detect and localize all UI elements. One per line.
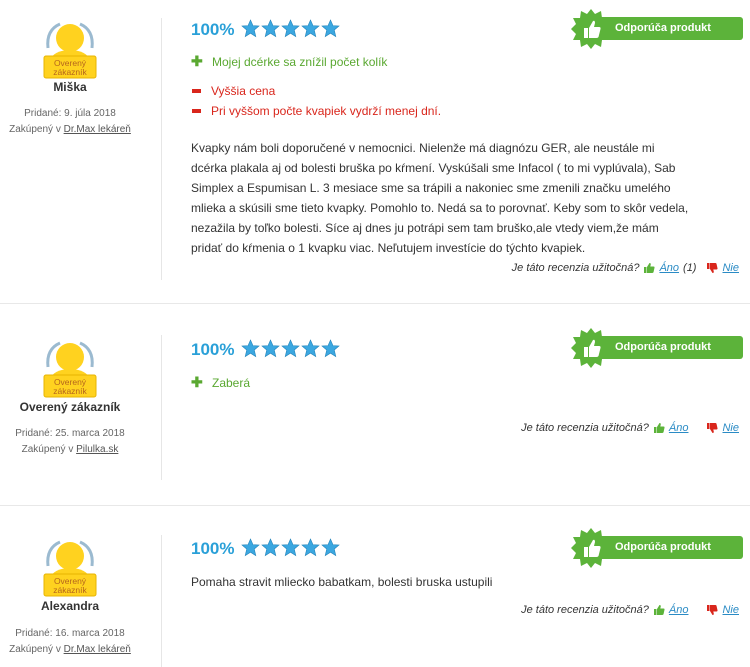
thumbs-down-icon[interactable] bbox=[706, 604, 719, 616]
recommends-label: Odporúča produkt bbox=[615, 341, 711, 353]
star-icon bbox=[261, 19, 280, 38]
helpfulness-row: Je táto recenzia užitočná? Áno (1) Nie bbox=[512, 262, 739, 274]
purchase-source: Zakúpený v Pilulka.sk bbox=[21, 444, 119, 455]
star-icon bbox=[281, 538, 300, 557]
review-date: Pridané: 25. marca 2018 bbox=[15, 428, 125, 439]
con-item: Vyššia cena bbox=[191, 84, 275, 98]
purchase-source: Zakúpený v Dr.Max lekáreň bbox=[9, 124, 131, 135]
svg-text:zákazník: zákazník bbox=[53, 67, 87, 77]
reviewer-name: Alexandra bbox=[40, 599, 100, 613]
minus-icon bbox=[192, 89, 201, 93]
plus-icon: ✚ bbox=[191, 374, 203, 390]
helpful-yes-count: (1) bbox=[683, 262, 697, 274]
star-icon bbox=[301, 538, 320, 557]
plus-icon: ✚ bbox=[191, 53, 203, 69]
verified-customer-badge: Overený zákazník bbox=[40, 536, 100, 598]
star-icon bbox=[281, 19, 300, 38]
review-date: Pridané: 16. marca 2018 bbox=[15, 628, 125, 639]
star-icon bbox=[321, 538, 340, 557]
verified-customer-badge: Overený zákazník bbox=[40, 337, 100, 399]
thumbs-up-seal-icon bbox=[571, 328, 611, 368]
rating-stars bbox=[241, 19, 340, 38]
review-date: Pridané: 9. júla 2018 bbox=[24, 108, 116, 119]
star-icon bbox=[301, 339, 320, 358]
thumbs-up-seal-icon bbox=[571, 9, 611, 49]
recommends-product-badge: Odporúča produkt bbox=[571, 328, 743, 368]
store-link[interactable]: Dr.Max lekáreň bbox=[64, 644, 131, 655]
divider bbox=[161, 535, 162, 667]
star-icon bbox=[241, 339, 260, 358]
verified-badge-icon: Overený zákazník bbox=[43, 341, 97, 398]
thumbs-up-seal-icon bbox=[571, 528, 611, 568]
rating-percent: 100% bbox=[191, 539, 235, 558]
rating-stars bbox=[241, 339, 340, 358]
thumbs-down-icon[interactable] bbox=[706, 262, 719, 274]
helpful-question: Je táto recenzia užitočná? bbox=[521, 422, 649, 434]
star-icon bbox=[241, 19, 260, 38]
verified-badge-icon: Overený zákazník bbox=[43, 540, 97, 597]
store-link[interactable]: Pilulka.sk bbox=[76, 444, 118, 455]
thumbs-down-icon[interactable] bbox=[706, 422, 719, 434]
review-separator bbox=[0, 505, 750, 506]
review-text: Pomaha stravit mliecko babatkam, bolesti… bbox=[191, 575, 493, 589]
svg-text:zákazník: zákazník bbox=[53, 585, 87, 595]
star-icon bbox=[261, 538, 280, 557]
rating-percent: 100% bbox=[191, 340, 235, 359]
thumbs-up-icon[interactable] bbox=[653, 422, 665, 434]
helpful-yes-link[interactable]: Áno bbox=[659, 262, 679, 274]
minus-icon bbox=[192, 109, 201, 113]
helpful-no-link[interactable]: Nie bbox=[722, 422, 739, 434]
star-icon bbox=[281, 339, 300, 358]
pro-item: ✚ Mojej dcérke sa znížil počet kolík bbox=[191, 53, 388, 69]
helpful-yes-link[interactable]: Áno bbox=[669, 422, 689, 434]
recommends-product-badge: Odporúča produkt bbox=[571, 9, 743, 49]
svg-text:zákazník: zákazník bbox=[53, 386, 87, 396]
verified-badge-icon: Overený zákazník bbox=[43, 22, 97, 79]
recommends-label: Odporúča produkt bbox=[615, 541, 711, 553]
pro-item: ✚ Zaberá bbox=[191, 374, 251, 390]
star-icon bbox=[261, 339, 280, 358]
rating-percent: 100% bbox=[191, 20, 235, 39]
rating-stars bbox=[241, 538, 340, 557]
helpful-question: Je táto recenzia užitočná? bbox=[521, 604, 649, 616]
star-icon bbox=[301, 19, 320, 38]
divider bbox=[161, 18, 162, 280]
helpful-no-link[interactable]: Nie bbox=[722, 604, 739, 616]
star-icon bbox=[241, 538, 260, 557]
helpful-no-link[interactable]: Nie bbox=[722, 262, 739, 274]
star-icon bbox=[321, 19, 340, 38]
review-text: Kvapky nám boli doporučené v nemocnici. … bbox=[191, 141, 689, 255]
con-item: Pri vyššom počte kvapiek vydrží menej dn… bbox=[191, 104, 441, 118]
helpfulness-row: Je táto recenzia užitočná? Áno Nie bbox=[521, 604, 739, 616]
thumbs-up-icon[interactable] bbox=[653, 604, 665, 616]
recommends-product-badge: Odporúča produkt bbox=[571, 528, 743, 568]
star-icon bbox=[321, 339, 340, 358]
purchase-source: Zakúpený v Dr.Max lekáreň bbox=[9, 644, 131, 655]
helpfulness-row: Je táto recenzia užitočná? Áno Nie bbox=[521, 422, 739, 434]
store-link[interactable]: Dr.Max lekáreň bbox=[64, 124, 131, 135]
recommends-label: Odporúča produkt bbox=[615, 22, 711, 34]
helpful-yes-link[interactable]: Áno bbox=[669, 604, 689, 616]
helpful-question: Je táto recenzia užitočná? bbox=[511, 262, 640, 274]
reviewer-name: Overený zákazník bbox=[19, 400, 121, 414]
review-separator bbox=[0, 303, 750, 304]
reviewer-name: Miška bbox=[53, 80, 87, 94]
divider bbox=[161, 335, 162, 480]
thumbs-up-icon[interactable] bbox=[643, 262, 655, 274]
verified-customer-badge: Overený zákazník bbox=[40, 18, 100, 80]
